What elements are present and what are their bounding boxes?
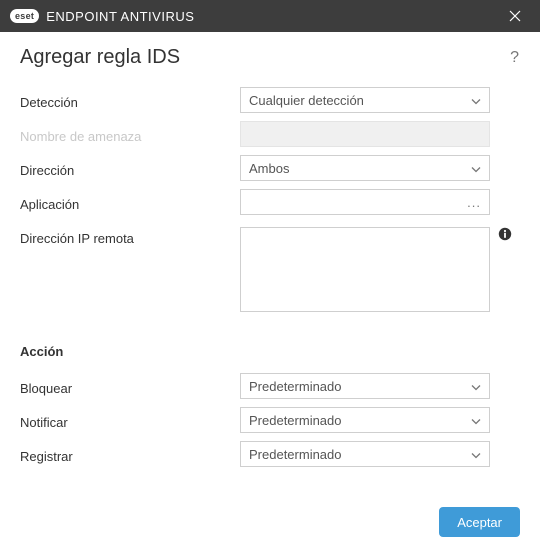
row-application: Aplicación: [20, 187, 520, 217]
label-block: Bloquear: [20, 377, 240, 396]
row-threat-name: Nombre de amenaza: [20, 119, 520, 149]
row-remote-ip: Dirección IP remota: [20, 227, 520, 312]
label-detection: Detección: [20, 91, 240, 110]
label-remote-ip: Dirección IP remota: [20, 227, 240, 246]
chevron-down-icon: [471, 161, 481, 176]
row-direction: Dirección Ambos: [20, 153, 520, 183]
title-bar: eset ENDPOINT ANTIVIRUS: [0, 0, 540, 32]
header-row: Agregar regla IDS ?: [20, 46, 520, 69]
label-threat-name: Nombre de amenaza: [20, 125, 240, 144]
label-direction: Dirección: [20, 159, 240, 178]
accept-button[interactable]: Aceptar: [439, 507, 520, 537]
dialog-footer: Aceptar: [0, 494, 540, 550]
brand-logo: eset: [10, 9, 39, 23]
label-application: Aplicación: [20, 193, 240, 212]
detection-select[interactable]: Cualquier detección: [240, 87, 490, 113]
close-icon: [509, 10, 521, 22]
brand-text: ENDPOINT ANTIVIRUS: [46, 9, 194, 24]
chevron-down-icon: [471, 413, 481, 428]
row-notify: Notificar Predeterminado: [20, 405, 520, 435]
direction-select[interactable]: Ambos: [240, 155, 490, 181]
label-notify: Notificar: [20, 411, 240, 430]
label-log: Registrar: [20, 445, 240, 464]
dialog-content: Agregar regla IDS ? Detección Cualquier …: [0, 32, 540, 469]
close-button[interactable]: [500, 1, 530, 31]
info-icon: [498, 227, 512, 241]
direction-value: Ambos: [249, 161, 289, 176]
chevron-down-icon: [471, 93, 481, 108]
threat-name-input: [240, 121, 490, 147]
application-input[interactable]: [240, 189, 490, 215]
log-select[interactable]: Predeterminado: [240, 441, 490, 467]
chevron-down-icon: [471, 447, 481, 462]
chevron-down-icon: [471, 379, 481, 394]
block-value: Predeterminado: [249, 379, 342, 394]
notify-select[interactable]: Predeterminado: [240, 407, 490, 433]
log-value: Predeterminado: [249, 447, 342, 462]
detection-value: Cualquier detección: [249, 93, 364, 108]
row-block: Bloquear Predeterminado: [20, 371, 520, 401]
block-select[interactable]: Predeterminado: [240, 373, 490, 399]
info-button[interactable]: [498, 227, 512, 244]
remote-ip-textarea[interactable]: [240, 227, 490, 312]
notify-value: Predeterminado: [249, 413, 342, 428]
page-title: Agregar regla IDS: [20, 46, 180, 69]
help-button[interactable]: ?: [510, 49, 520, 67]
row-log: Registrar Predeterminado: [20, 439, 520, 469]
row-detection: Detección Cualquier detección: [20, 85, 520, 115]
section-header-action: Acción: [20, 344, 520, 359]
